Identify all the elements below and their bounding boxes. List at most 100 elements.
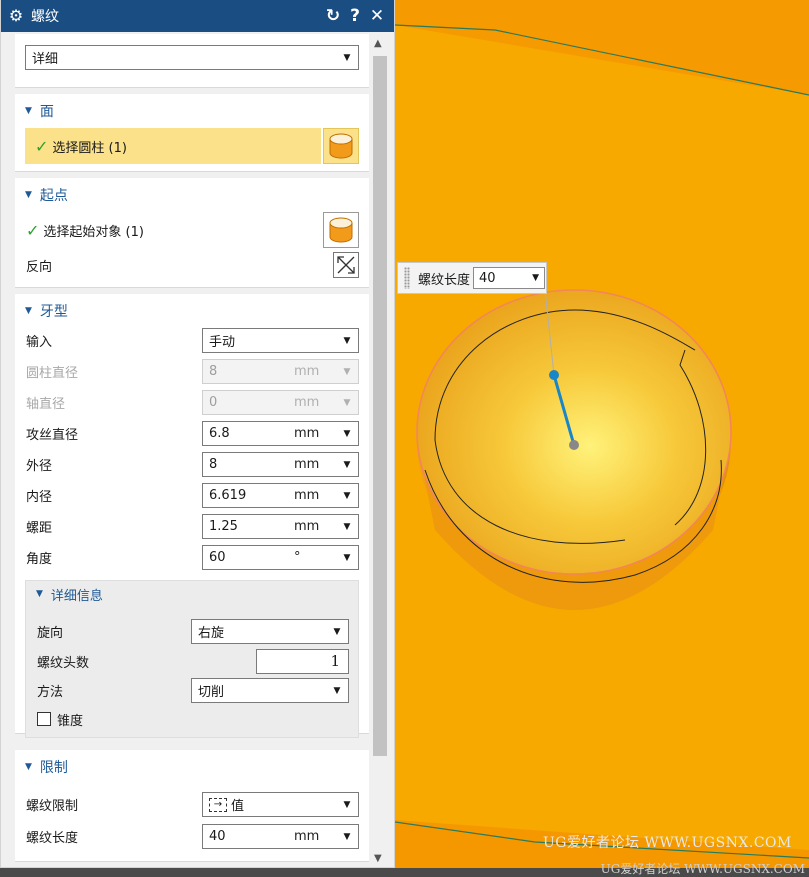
profile-row-value: 6.619 (209, 488, 247, 503)
profile-section-header[interactable]: ▼ 牙型 (15, 294, 369, 328)
length-row: 螺纹长度 (15, 824, 78, 849)
collapse-triangle-icon: ▼ (25, 306, 32, 316)
profile-row-unit: mm (294, 426, 320, 441)
checkmark-icon: ✓ (26, 220, 40, 240)
type-panel: 详细 ▼ (15, 34, 369, 88)
chevron-down-icon: ▼ (343, 490, 351, 501)
scroll-up-icon[interactable]: ▲ (374, 38, 382, 49)
face-section-title: 面 (39, 104, 54, 120)
reverse-direction-button[interactable] (333, 252, 359, 278)
length-input[interactable]: 40 mm ▼ (202, 824, 359, 849)
starts-input[interactable]: 1 (256, 649, 349, 674)
profile-row-unit: ° (294, 550, 301, 565)
chevron-down-icon: ▼ (343, 459, 351, 470)
chevron-down-icon: ▼ (343, 52, 351, 63)
profile-row-value: 0 (209, 395, 218, 410)
profile-row-input[interactable]: 60 ° ▼ (202, 545, 359, 570)
limit-select[interactable]: → 值 ▼ (202, 792, 359, 817)
profile-section-title: 牙型 (39, 304, 68, 320)
chevron-down-icon: ▼ (343, 521, 351, 532)
select-cylinder-label: 选择圆柱 (1) (52, 140, 127, 156)
watermark: UG爱好者论坛 WWW.UGSNX.COM (543, 835, 792, 851)
details-title: 详细信息 (50, 588, 103, 604)
profile-row-unit: mm (294, 488, 320, 503)
gear-icon[interactable]: ⚙ (7, 7, 25, 25)
profile-row-value: 手动 (209, 335, 236, 350)
start-section-title: 起点 (39, 188, 68, 204)
scroll-down-icon[interactable]: ▼ (374, 853, 382, 864)
cylinder-icon (329, 217, 353, 243)
profile-row-label: 攻丝直径 (26, 428, 79, 443)
bottom-watermark: UG爱好者论坛 WWW.UGSNX.COM (600, 862, 805, 876)
popup-label: 螺纹长度 (418, 272, 471, 288)
dialog-titlebar[interactable]: ⚙ 螺纹 ↻ ? ✕ (1, 0, 394, 32)
profile-row-input[interactable]: 手动 ▼ (202, 328, 359, 353)
method-row: 方法 (26, 678, 63, 703)
chevron-down-icon: ▼ (343, 397, 351, 408)
profile-row-label: 内径 (26, 490, 53, 505)
reset-icon[interactable]: ↻ (322, 6, 344, 26)
details-subpanel: ▼ 详细信息 旋向 右旋 ▼ 螺纹头数 1 方法 切削 ▼ 锥度 (25, 580, 359, 738)
chevron-down-icon: ▼ (333, 626, 341, 637)
thread-type-select[interactable]: 详细 ▼ (25, 45, 359, 70)
chevron-down-icon: ▼ (343, 335, 351, 346)
profile-row-unit: mm (294, 395, 320, 410)
close-icon[interactable]: ✕ (366, 6, 388, 26)
profile-row-input[interactable]: 8 mm ▼ (202, 452, 359, 477)
select-cylinder-row[interactable]: ✓ 选择圆柱 (1) (25, 128, 321, 164)
select-cylinder-button[interactable] (323, 128, 359, 164)
profile-row: 圆柱直径 (15, 359, 78, 384)
face-section-header[interactable]: ▼ 面 (15, 94, 369, 128)
chevron-down-icon: ▼ (343, 552, 351, 563)
profile-row-input[interactable]: 6.8 mm ▼ (202, 421, 359, 446)
profile-section: ▼ 牙型 输入 手动 ▼ 圆柱直径 8 mm ▼ 轴直径 0 mm ▼ 攻丝直径 6.8 mm ▼ 外径 8 mm… (15, 294, 369, 738)
profile-row: 角度 (15, 545, 52, 570)
profile-row-value: 8 (209, 457, 218, 472)
dialog-scrollbar[interactable]: ▲ ▼ (371, 34, 389, 864)
handedness-row: 旋向 (26, 619, 63, 644)
profile-row-unit: mm (294, 364, 320, 379)
scroll-thumb[interactable] (373, 56, 387, 756)
profile-row-unit: mm (294, 457, 320, 472)
help-icon[interactable]: ? (344, 6, 366, 26)
chevron-down-icon: ▼ (343, 831, 351, 842)
profile-row-label: 角度 (26, 552, 53, 567)
select-start-row[interactable]: ✓ 选择起始对象 (1) (15, 212, 369, 248)
profile-row-label: 输入 (26, 335, 53, 350)
profile-row-value: 8 (209, 364, 218, 379)
popup-length-value: 40 (479, 270, 496, 286)
chevron-down-icon: ▼ (333, 685, 341, 696)
profile-row: 内径 (15, 483, 52, 508)
start-section-header[interactable]: ▼ 起点 (15, 178, 369, 212)
collapse-triangle-icon: ▼ (25, 762, 32, 772)
limits-section-header[interactable]: ▼ 限制 (15, 750, 369, 784)
profile-row-label: 圆柱直径 (26, 366, 79, 381)
handedness-select[interactable]: 右旋 ▼ (191, 619, 349, 644)
select-start-label: 选择起始对象 (1) (43, 224, 144, 240)
handedness-value: 右旋 (198, 626, 225, 641)
length-label: 螺纹长度 (26, 831, 79, 846)
profile-row-input[interactable]: 6.619 mm ▼ (202, 483, 359, 508)
checkmark-icon: ✓ (35, 136, 49, 156)
chevron-down-icon: ▼ (532, 273, 540, 283)
limit-row: 螺纹限制 (15, 792, 78, 817)
details-header[interactable]: ▼ 详细信息 (26, 581, 358, 607)
collapse-triangle-icon: ▼ (36, 589, 43, 599)
profile-row-label: 螺距 (26, 521, 53, 536)
limit-label: 螺纹限制 (26, 799, 79, 814)
profile-row-input[interactable]: 1.25 mm ▼ (202, 514, 359, 539)
method-select[interactable]: 切削 ▼ (191, 678, 349, 703)
select-start-button[interactable] (323, 212, 359, 248)
length-unit: mm (294, 829, 320, 844)
chevron-down-icon: ▼ (343, 366, 351, 377)
handle-point-icon[interactable] (549, 370, 559, 380)
drag-grip-icon[interactable] (404, 267, 410, 289)
handedness-label: 旋向 (37, 626, 64, 641)
popup-length-select[interactable]: 40 ▼ (473, 267, 546, 289)
profile-row-value: 60 (209, 550, 226, 565)
taper-row[interactable]: 锥度 (26, 708, 83, 730)
profile-row-label: 外径 (26, 459, 53, 474)
taper-checkbox[interactable] (37, 712, 51, 726)
graphics-viewport[interactable] (395, 0, 809, 868)
chevron-down-icon: ▼ (343, 799, 351, 810)
